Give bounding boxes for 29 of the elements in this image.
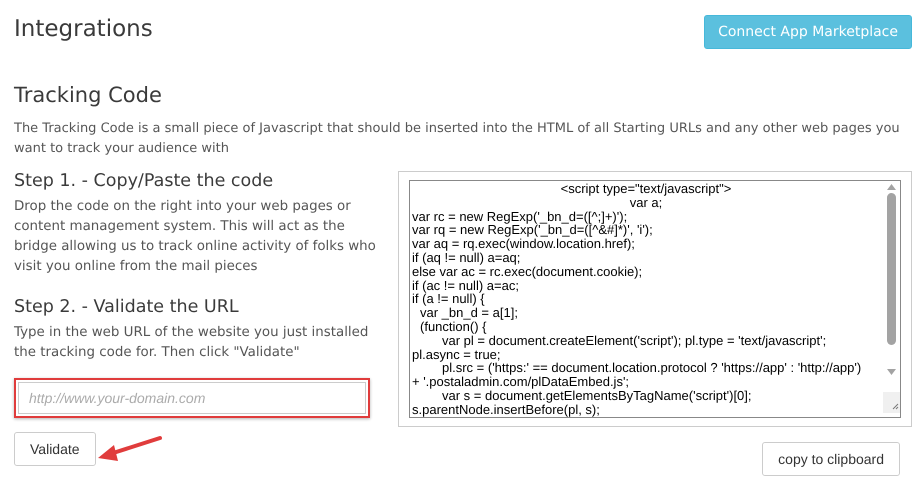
code-line: var aq = rq.exec(window.location.href); <box>412 237 636 251</box>
code-line: var rc = new RegExp('_bn_d=([^;]+)'); <box>412 210 628 224</box>
code-line: if (ac != null) a=ac; <box>412 278 519 292</box>
code-line: <script type="text/javascript"> <box>560 182 732 196</box>
step-title: Step 2. - Validate the URL <box>14 297 240 317</box>
code-line: + '.postaladmin.com/plDataEmbed.js'; <box>412 375 630 389</box>
code-line: var a; <box>630 196 662 210</box>
code-line: var pl = document.createElement('script'); pl.type = 'text/javascript'; <box>442 334 828 348</box>
code-line: if (a != null) { <box>412 292 486 306</box>
section-title: Tracking Code <box>14 83 163 107</box>
code-line: if (aq != null) a=aq; <box>412 250 520 265</box>
section-description: The Tracking Code is a small piece of Javascript that should be inserted into the HTML of all Starting URLs and any other web pages you want to track your audience with <box>14 120 901 158</box>
url-field[interactable]: http://www.your-domain.com <box>14 378 370 418</box>
code-line: var _bn_d = a[1]; <box>419 306 519 320</box>
arrow-annotation <box>96 434 164 464</box>
copy-to-clipboard-button[interactable]: copy to clipboard <box>762 442 900 476</box>
code-line: pl.src = ('https:' == document.location.protocol ? 'https://app' : 'http://app') <box>442 361 862 376</box>
page-title: Integrations <box>14 16 153 42</box>
code-line: s.parentNode.insertBefore(pl, s); <box>412 402 600 417</box>
code-line: var rq = new RegExp('_bn_d=([^&#]*)', 'i'); <box>412 223 654 238</box>
code-line: var s = document.getElementsByTagName('script')[0]; <box>442 388 753 403</box>
code-line: pl.async = true; <box>412 348 501 362</box>
step-title: Step 1. - Copy/Paste the code <box>14 171 274 191</box>
code-line: (function() { <box>419 320 488 334</box>
scrollbar[interactable] <box>883 181 900 413</box>
code-line: else var ac = rc.exec(document.cookie); <box>412 264 644 279</box>
step-text: Drop the code on the right into your web pages or content management system. This will act as the bridge allowing us to track online activity of folks who visit you online from the mail pieces <box>14 198 377 276</box>
validate-button[interactable]: Validate <box>14 432 96 466</box>
step-text: Type in the web URL of the website you just installed the tracking code for. Then click "Validate" <box>14 324 370 362</box>
